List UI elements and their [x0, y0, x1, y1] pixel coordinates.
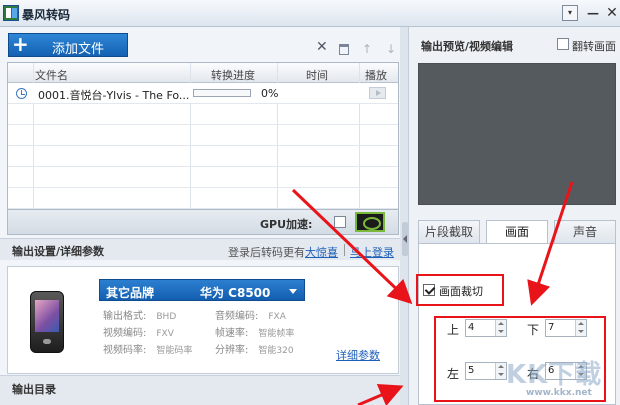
annotation-arrows — [291, 181, 574, 405]
arrow-to-crop-toggle-from-preview — [527, 181, 574, 306]
arrow-to-crop-toggle — [291, 188, 413, 305]
watermark: KK下载 www.kkx.net — [506, 354, 614, 400]
watermark-url: www.kkx.net — [526, 388, 592, 398]
arrow-to-crop-values — [357, 383, 404, 405]
watermark-logo: KK下载 — [506, 360, 603, 390]
